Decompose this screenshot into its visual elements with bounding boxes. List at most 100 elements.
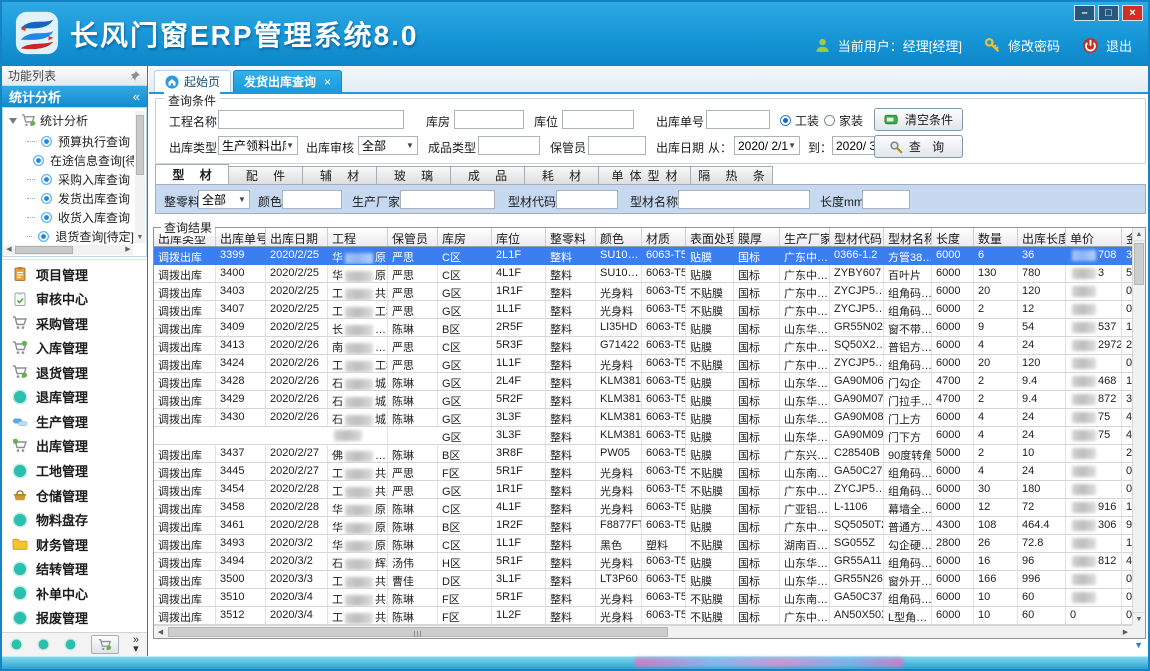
sidebar-item-结转管理[interactable]: 结转管理 xyxy=(2,558,147,580)
location-input[interactable] xyxy=(562,110,634,129)
sidebar-item-补单中心[interactable]: 补单中心 xyxy=(2,582,147,604)
scroll-up-icon[interactable]: ▲ xyxy=(1133,228,1145,241)
radio-gongzhuang[interactable]: 工装 xyxy=(780,112,819,129)
tab-overflow-chevron-icon[interactable]: ▼ xyxy=(1134,640,1143,650)
scrollbar-thumb[interactable] xyxy=(136,115,144,175)
maximize-button[interactable]: □ xyxy=(1098,5,1119,21)
table-row[interactable]: G区3L3F整料KLM38176063-T5贴膜国标山东华…GA90M09…门下… xyxy=(154,427,1132,445)
column-header-数量[interactable]: 数量 xyxy=(974,228,1018,246)
column-header-长度[interactable]: 长度 xyxy=(932,228,974,246)
scroll-right-icon[interactable]: ▶ xyxy=(1119,626,1132,638)
table-row[interactable]: 调拨出库34002020/2/25华原…严思C区4L1F整料SU10…6063-… xyxy=(154,265,1132,283)
expander-icon[interactable] xyxy=(9,118,17,124)
column-header-型材代码[interactable]: 型材代码 xyxy=(830,228,884,246)
warehouse-input[interactable] xyxy=(454,110,524,129)
material-tab-耗材[interactable]: 耗 材 xyxy=(525,166,599,185)
material-tab-玻璃[interactable]: 玻 璃 xyxy=(377,166,451,185)
sidebar-item-报废管理[interactable]: 报废管理 xyxy=(2,607,147,629)
collapsed-cart-button[interactable] xyxy=(91,635,119,654)
tab-shipment-outbound-query[interactable]: 发货出库查询× xyxy=(233,70,342,92)
table-horizontal-scrollbar[interactable]: ◀ ▶ xyxy=(154,625,1132,638)
material-tab-隔热条[interactable]: 隔 热 条 xyxy=(691,166,773,185)
scrollbar-thumb[interactable] xyxy=(168,627,668,637)
table-row[interactable]: 调拨出库34452020/2/27工共工程严思F区5R1F整料光身料6063-T… xyxy=(154,463,1132,481)
column-header-型材名称[interactable]: 型材名称 xyxy=(884,228,932,246)
change-password-link[interactable]: 修改密码 xyxy=(1008,36,1060,55)
table-row[interactable]: 调拨出库35002020/3/3工共工程曹佳D区3L1F整料LT3P606063… xyxy=(154,571,1132,589)
table-row[interactable]: 调拨出库35102020/3/4工共工程陈琳F区5R1F整料光身料6063-T5… xyxy=(154,589,1132,607)
sidebar-item-退货管理[interactable]: 退货管理 xyxy=(2,361,147,383)
sidebar-item-生产管理[interactable]: 生产管理 xyxy=(2,410,147,432)
tree-item-发货出库查询[interactable]: 发货出库查询 xyxy=(3,189,134,208)
column-header-膜厚[interactable]: 膜厚 xyxy=(734,228,780,246)
table-row[interactable]: 调拨出库34292020/2/26石城陈琳G区5R2F整料KLM38176063… xyxy=(154,391,1132,409)
column-header-出库单号[interactable]: 出库单号 xyxy=(216,228,266,246)
sidebar-item-采购管理[interactable]: 采购管理 xyxy=(2,312,147,334)
scroll-down-icon[interactable]: ▼ xyxy=(135,233,145,243)
length-input[interactable] xyxy=(862,190,910,209)
collapsed-module-dot-icon[interactable] xyxy=(64,638,77,651)
date-from-picker[interactable]: 2020/ 2/16▼ xyxy=(734,136,800,155)
whole-part-select[interactable]: 全部▼ xyxy=(198,190,250,209)
column-header-库房[interactable]: 库房 xyxy=(438,228,492,246)
table-row[interactable]: 调拨出库34372020/2/27佛…陈琳B区3R8F整料PW056063-T5… xyxy=(154,445,1132,463)
order-no-input[interactable] xyxy=(706,110,770,129)
column-header-金[interactable]: 金 xyxy=(1122,228,1132,246)
table-row[interactable]: 调拨出库34302020/2/26石城陈琳G区3L3F整料KLM38176063… xyxy=(154,409,1132,427)
collapse-icon[interactable]: « xyxy=(133,89,140,104)
table-row[interactable]: 调拨出库34242020/2/26工工程严思G区1L1F整料光身料6063-T5… xyxy=(154,355,1132,373)
sidebar-more-chevron[interactable]: »▾ xyxy=(133,636,139,654)
clear-conditions-button[interactable]: 清空条件 xyxy=(874,108,963,131)
material-tab-配件[interactable]: 配 件 xyxy=(229,166,303,185)
project-name-input[interactable] xyxy=(218,110,404,129)
table-row[interactable]: 调拨出库34132020/2/26南…严思C区5R3F整料G714226063-… xyxy=(154,337,1132,355)
manufacturer-input[interactable] xyxy=(400,190,495,209)
collapsed-module-dot-icon[interactable] xyxy=(37,638,50,651)
scrollbar-thumb[interactable] xyxy=(15,246,73,254)
tree-item-退货查询待定[interactable]: 退货查询[待定] xyxy=(3,227,134,244)
audit-select[interactable]: 全部▼ xyxy=(358,136,418,155)
column-header-表面处理[interactable]: 表面处理 xyxy=(686,228,734,246)
material-tab-成品[interactable]: 成 品 xyxy=(451,166,525,185)
color-input[interactable] xyxy=(282,190,342,209)
tree-vertical-scrollbar[interactable]: ▼ xyxy=(135,111,145,243)
table-row[interactable]: 调拨出库34092020/2/25长…陈琳B区2R5F整料LI35HD6063-… xyxy=(154,319,1132,337)
table-vertical-scrollbar[interactable]: ▲ ▼ xyxy=(1132,228,1145,625)
sidebar-item-仓储管理[interactable]: 仓储管理 xyxy=(2,484,147,506)
keeper-input[interactable] xyxy=(588,136,646,155)
table-row[interactable]: 调拨出库35122020/3/4工共工程陈琳F区1L2F整料光身料6063-T5… xyxy=(154,607,1132,625)
table-row[interactable]: 调拨出库34542020/2/28工共工程严思G区1R1F整料光身料6063-T… xyxy=(154,481,1132,499)
table-row[interactable]: 调拨出库33992020/2/25华原…严思C区2L1F整料SU10…6063-… xyxy=(154,247,1132,265)
column-header-库位[interactable]: 库位 xyxy=(492,228,546,246)
table-row[interactable]: 调拨出库34932020/3/2华原…陈琳C区1L1F整料黑色塑料不贴膜国标湖南… xyxy=(154,535,1132,553)
column-header-颜色[interactable]: 颜色 xyxy=(596,228,642,246)
product-type-input[interactable] xyxy=(478,136,540,155)
sidebar-item-工地管理[interactable]: 工地管理 xyxy=(2,460,147,482)
material-tab-单体型材[interactable]: 单体型材 xyxy=(599,166,691,185)
sidebar-item-物料盘存[interactable]: 物料盘存 xyxy=(2,509,147,531)
tree-horizontal-scrollbar[interactable]: ◀ ▶ xyxy=(4,245,133,255)
scroll-left-icon[interactable]: ◀ xyxy=(154,626,167,638)
tree-item-收货入库查询[interactable]: 收货入库查询 xyxy=(3,208,134,227)
table-row[interactable]: 调拨出库34612020/2/28华原…陈琳B区1R2F整料F8877FT606… xyxy=(154,517,1132,535)
column-header-材质[interactable]: 材质 xyxy=(642,228,686,246)
pin-icon[interactable] xyxy=(129,70,141,82)
radio-jiazhuang[interactable]: 家装 xyxy=(824,112,863,129)
outbound-type-select[interactable]: 生产领料出库▼ xyxy=(218,136,298,155)
sidebar-item-项目管理[interactable]: 项目管理 xyxy=(2,263,147,285)
table-row[interactable]: 调拨出库34072020/2/25工工程严思G区1L1F整料光身料6063-T5… xyxy=(154,301,1132,319)
sidebar-section-statistics[interactable]: 统计分析 « xyxy=(2,86,147,107)
column-header-出库日期[interactable]: 出库日期 xyxy=(266,228,328,246)
material-tab-辅材[interactable]: 辅 材 xyxy=(303,166,377,185)
tab-home[interactable]: 起始页 xyxy=(154,70,231,92)
sidebar-item-出库管理[interactable]: 出库管理 xyxy=(2,435,147,457)
scroll-down-icon[interactable]: ▼ xyxy=(1133,612,1145,625)
tree-item-在途信息查询待[interactable]: 在途信息查询[待 xyxy=(3,151,134,170)
collapsed-module-dot-icon[interactable] xyxy=(10,638,23,651)
table-row[interactable]: 调拨出库34032020/2/25工共工程严思G区1R1F整料光身料6063-T… xyxy=(154,283,1132,301)
column-header-工程[interactable]: 工程 xyxy=(328,228,388,246)
scroll-left-icon[interactable]: ◀ xyxy=(4,245,14,255)
scroll-right-icon[interactable]: ▶ xyxy=(123,245,133,255)
column-header-生产厂家[interactable]: 生产厂家 xyxy=(780,228,830,246)
tree-item-采购入库查询[interactable]: 采购入库查询 xyxy=(3,170,134,189)
